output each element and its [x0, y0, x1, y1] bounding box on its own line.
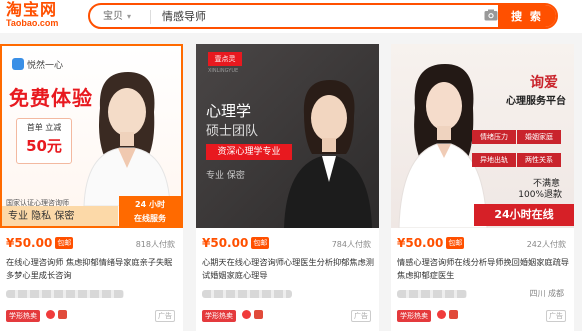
- service-badge-line2: 在线服务: [134, 214, 166, 223]
- brand-logo: 壹点灵: [208, 52, 242, 66]
- shop-name-blurred[interactable]: [202, 290, 292, 298]
- guarantee-line2: 100%退款: [518, 190, 562, 200]
- brand-title: 询爱: [530, 75, 558, 91]
- hot-sale-tag: 学形热卖: [397, 310, 431, 322]
- ad-label: 广告: [351, 310, 371, 322]
- service-tag: 婚姻家庭: [517, 130, 561, 144]
- specialty-label: 资深心理学专业: [206, 144, 292, 160]
- brand-label: 悦然一心: [27, 61, 64, 71]
- price-value: ¥50.00: [202, 236, 249, 250]
- brand-icon: [12, 58, 24, 70]
- taobao-logo[interactable]: 淘宝网 Taobao.com: [6, 1, 76, 31]
- subheadline: 硕士团队: [206, 124, 259, 139]
- service-tags: 情绪压力 婚姻家庭异地出轨 两性关系: [472, 124, 566, 170]
- discount-value: 50元: [26, 137, 62, 155]
- online-banner: 24小时在线: [474, 204, 574, 226]
- payment-count: 818人付款: [135, 240, 175, 249]
- logo-text: 淘宝网: [6, 0, 58, 19]
- chevron-down-icon: ▾: [127, 12, 132, 21]
- ad-label: 广告: [155, 310, 175, 322]
- camera-icon[interactable]: [484, 9, 498, 21]
- shop-name-blurred[interactable]: [6, 290, 124, 298]
- search-scope-label: 宝贝: [103, 11, 123, 22]
- search-bar: 宝贝 ▾ 搜 索: [88, 3, 558, 29]
- product-title-link[interactable]: 情感心理咨询师在线分析导师挽回婚姻家庭疏导焦虑抑郁症医生: [397, 256, 569, 282]
- feature-bar: 专业 隐私 保密: [2, 206, 118, 226]
- price: ¥50.00 包邮: [6, 236, 74, 250]
- location-text: 四川 成都: [529, 289, 564, 298]
- platform-title: 心理服务平台: [506, 96, 566, 107]
- product-title-link[interactable]: 心期天在线心理咨询师心理医生分析抑郁焦虑测试婚姻家庭心理导: [202, 256, 374, 282]
- ad-label: 广告: [546, 310, 566, 322]
- hot-sale-tag: 学形热卖: [202, 310, 236, 322]
- free-shipping-badge: 包邮: [251, 237, 270, 249]
- product-image[interactable]: 壹点灵 XINLINGYUE 心理学 硕士团队 资深心理学专业 专业 保密: [196, 44, 379, 228]
- heart-icon: [46, 310, 55, 319]
- payment-count: 242人付款: [526, 240, 566, 249]
- service-tag: 情绪压力: [472, 130, 516, 144]
- product-image[interactable]: 悦然一心 免费体验 首单 立减 50元 国家认证心理咨询师 专业 隐私 保密 2…: [0, 44, 183, 228]
- shop-icon: [254, 310, 263, 319]
- brand-subtext: XINLINGYUE: [208, 68, 239, 74]
- free-shipping-badge: 包邮: [55, 237, 74, 249]
- search-button[interactable]: 搜 索: [498, 5, 556, 27]
- hot-sale-tag: 学形热卖: [6, 310, 40, 322]
- payment-count: 784人付款: [331, 240, 371, 249]
- header-bar: 淘宝网 Taobao.com 宝贝 ▾ 搜 索: [0, 0, 582, 33]
- price: ¥50.00 包邮: [397, 236, 465, 250]
- product-card[interactable]: 壹点灵 XINLINGYUE 心理学 硕士团队 资深心理学专业 专业 保密 ¥5…: [196, 44, 379, 331]
- service-tag: 两性关系: [517, 153, 561, 167]
- service-badge-line1: 24 小时: [135, 200, 165, 209]
- shop-icon: [58, 310, 67, 319]
- feature-text: 专业 保密: [206, 171, 245, 181]
- shop-name-blurred[interactable]: [397, 290, 467, 298]
- discount-box: 首单 立减 50元: [16, 118, 72, 164]
- search-input[interactable]: [162, 5, 462, 27]
- product-image[interactable]: 询爱 心理服务平台 情绪压力 婚姻家庭异地出轨 两性关系 不满意 100%退款 24…: [391, 44, 574, 228]
- search-scope-dropdown[interactable]: 宝贝 ▾: [96, 8, 138, 25]
- price-value: ¥50.00: [397, 236, 444, 250]
- product-title-link[interactable]: 在线心理咨询师 焦虑抑郁情绪导家庭亲子失眠多梦心里成长咨询: [6, 256, 178, 282]
- headline: 心理学: [206, 102, 252, 120]
- shop-icon: [449, 310, 458, 319]
- woman-portrait-image: [284, 80, 372, 228]
- service-badge: 24 小时 在线服务: [119, 196, 181, 226]
- woman-portrait-image: [83, 72, 171, 206]
- product-card[interactable]: 询爱 心理服务平台 情绪压力 婚姻家庭异地出轨 两性关系 不满意 100%退款 24…: [391, 44, 574, 331]
- product-card[interactable]: 悦然一心 免费体验 首单 立减 50元 国家认证心理咨询师 专业 隐私 保密 2…: [0, 44, 183, 331]
- brand-logo: 悦然一心: [12, 58, 63, 71]
- service-tag: 异地出轨: [472, 153, 516, 167]
- free-shipping-badge: 包邮: [446, 237, 465, 249]
- price-value: ¥50.00: [6, 236, 53, 250]
- discount-label: 首单 立减: [26, 123, 62, 132]
- price: ¥50.00 包邮: [202, 236, 270, 250]
- logo-subtext: Taobao.com: [6, 18, 59, 28]
- heart-icon: [242, 310, 251, 319]
- heart-icon: [437, 310, 446, 319]
- divider: [150, 10, 151, 24]
